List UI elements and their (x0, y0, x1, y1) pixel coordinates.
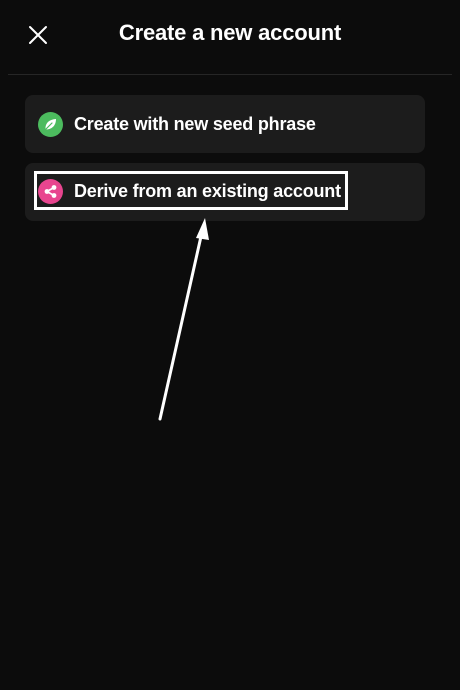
create-seed-phrase-label: Create with new seed phrase (74, 114, 316, 134)
share-icon (38, 179, 63, 204)
leaf-icon (38, 112, 63, 137)
derive-account-option[interactable]: Derive from an existing account (25, 163, 425, 221)
header: Create a new account (0, 0, 460, 74)
page-title: Create a new account (118, 20, 342, 45)
header-divider (8, 74, 452, 75)
derive-account-label: Derive from an existing account (74, 181, 341, 201)
create-seed-phrase-option[interactable]: Create with new seed phrase (25, 95, 425, 153)
